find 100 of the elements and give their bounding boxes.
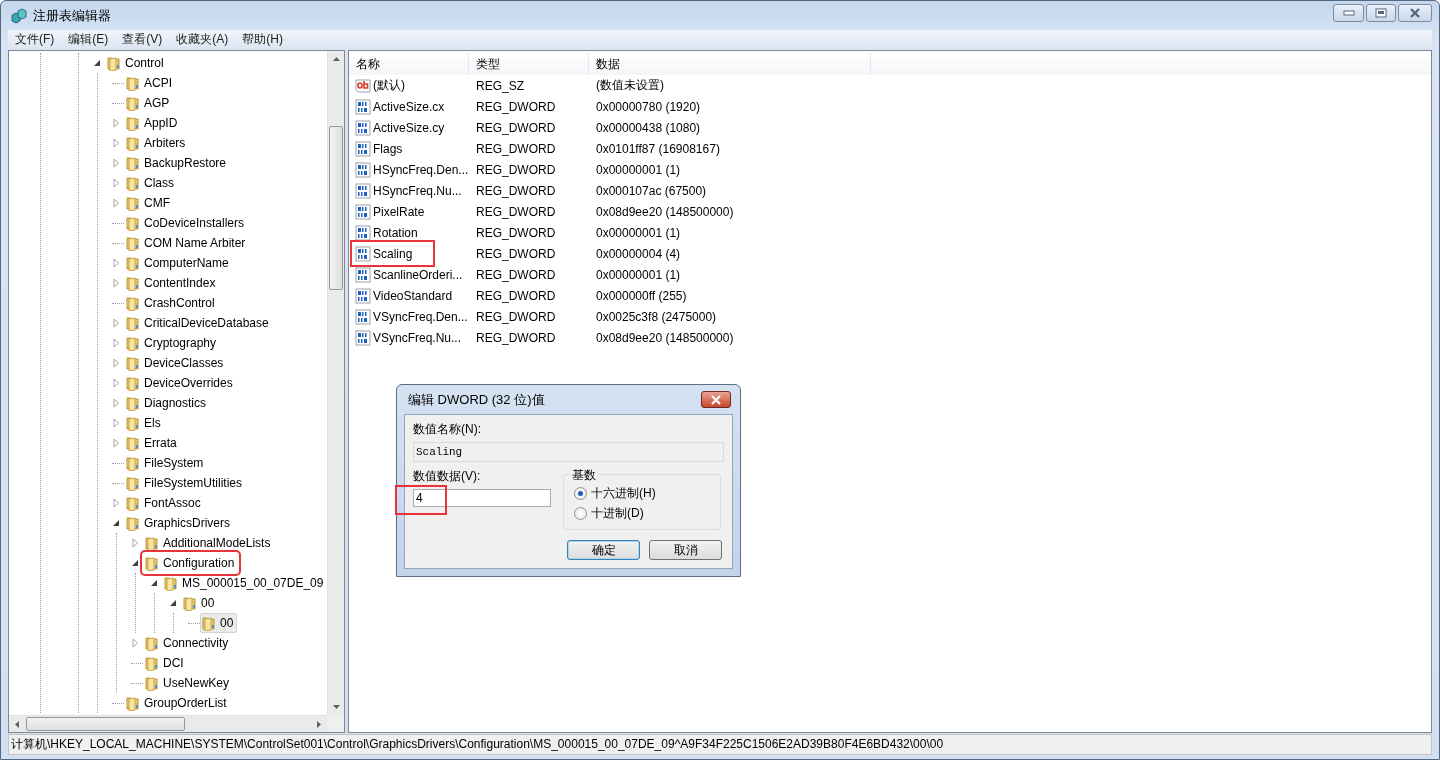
radio-button[interactable]: [574, 506, 587, 520]
horizontal-scrollbar[interactable]: [9, 715, 327, 732]
value-type: REG_DWORD: [476, 225, 556, 240]
value-name[interactable]: Flags: [355, 140, 403, 157]
folder-icon: [144, 635, 160, 651]
tree-item[interactable]: 00: [181, 593, 219, 613]
value-type: REG_DWORD: [476, 267, 556, 282]
dialog-button[interactable]: 确定: [567, 540, 640, 560]
tree-item[interactable]: Els: [124, 413, 165, 433]
scrollbar-thumb[interactable]: [26, 717, 185, 731]
folder-icon: [125, 255, 141, 271]
menu-item[interactable]: 文件(F): [8, 31, 62, 48]
folder-icon: [201, 615, 217, 631]
tree-item[interactable]: ComputerName: [124, 253, 233, 273]
tree-item[interactable]: Configuration: [143, 553, 239, 573]
folder-icon: [125, 515, 141, 531]
field-label: 数值名称(N):: [413, 421, 481, 438]
tree-item[interactable]: Arbiters: [124, 133, 190, 153]
radio-button[interactable]: [574, 486, 587, 500]
menu-item[interactable]: 查看(V): [115, 31, 170, 48]
tree-item[interactable]: GroupOrderList: [124, 693, 231, 713]
menu-item[interactable]: 收藏夹(A): [169, 31, 236, 48]
value-name[interactable]: Rotation: [355, 224, 418, 241]
tree-item[interactable]: FileSystem: [124, 453, 208, 473]
value-name-field[interactable]: Scaling: [413, 442, 724, 462]
tree-item[interactable]: AGP: [124, 93, 174, 113]
folder-icon: [125, 355, 141, 371]
tree-item[interactable]: Control: [105, 53, 168, 73]
value-data: 0x00000004 (4): [596, 246, 681, 261]
column-header[interactable]: 类型: [469, 53, 589, 75]
tree-item[interactable]: 00: [200, 613, 238, 633]
value-name[interactable]: VSyncFreq.Den...: [355, 308, 468, 325]
value-type: REG_DWORD: [476, 183, 556, 198]
close-button[interactable]: [1398, 3, 1432, 22]
tree-item[interactable]: CoDeviceInstallers: [124, 213, 249, 233]
value-name[interactable]: PixelRate: [355, 203, 425, 220]
tree-item[interactable]: CMF: [124, 193, 174, 213]
folder-icon: [125, 155, 141, 171]
tree-item[interactable]: ACPI: [124, 73, 176, 93]
value-data: 0x00000438 (1080): [596, 120, 701, 135]
dialog-button[interactable]: 取消: [649, 540, 722, 560]
status-bar: 计算机\HKEY_LOCAL_MACHINE\SYSTEM\ControlSet001\Control\GraphicsDrivers\Configuration\MS_000015_00_07DE_09^A9F34F225C1506E2AD39B80F4E6BD432\00\00: [8, 734, 1432, 755]
menu-item[interactable]: 编辑(E): [61, 31, 116, 48]
folder-icon: [125, 455, 141, 471]
tree-item[interactable]: DeviceClasses: [124, 353, 228, 373]
tree-item[interactable]: MS_000015_00_07DE_09: [162, 573, 327, 593]
value-type: REG_DWORD: [476, 288, 556, 303]
value-type: REG_DWORD: [476, 246, 556, 261]
folder-icon: [182, 595, 198, 611]
folder-icon: [163, 575, 179, 591]
tree-item[interactable]: DCI: [143, 653, 188, 673]
folder-icon: [125, 235, 141, 251]
close-icon: [710, 394, 722, 405]
folder-icon: [125, 275, 141, 291]
tree-item[interactable]: Class: [124, 173, 178, 193]
tree-item[interactable]: GraphicsDrivers: [124, 513, 234, 533]
column-header[interactable]: 数据: [589, 53, 871, 75]
folder-icon: [144, 535, 160, 551]
value-type: REG_DWORD: [476, 204, 556, 219]
value-name[interactable]: VSyncFreq.Nu...: [355, 329, 462, 346]
minimize-button[interactable]: [1333, 3, 1364, 22]
tree-item[interactable]: CriticalDeviceDatabase: [124, 313, 273, 333]
folder-icon: [125, 175, 141, 191]
tree-item[interactable]: FileSystemUtilities: [124, 473, 246, 493]
folder-icon: [106, 55, 122, 71]
menu-item[interactable]: 帮助(H): [235, 31, 290, 48]
value-name[interactable]: ActiveSize.cx: [355, 98, 445, 115]
radio-label[interactable]: 十进制(D): [591, 504, 644, 522]
value-name[interactable]: HSyncFreq.Den...: [355, 161, 469, 178]
tree-item[interactable]: AdditionalModeLists: [143, 533, 275, 553]
tree-item[interactable]: UseNewKey: [143, 673, 234, 693]
value-type: REG_DWORD: [476, 309, 556, 324]
column-header[interactable]: 名称: [349, 53, 469, 75]
tree-item[interactable]: BackupRestore: [124, 153, 231, 173]
tree-item[interactable]: Diagnostics: [124, 393, 211, 413]
vertical-scrollbar[interactable]: [327, 51, 344, 715]
tree-item[interactable]: Errata: [124, 433, 181, 453]
tree-item[interactable]: FontAssoc: [124, 493, 205, 513]
value-data-field[interactable]: 4: [413, 489, 551, 507]
tree-item[interactable]: ContentIndex: [124, 273, 220, 293]
value-name[interactable]: VideoStandard: [355, 287, 453, 304]
close-button[interactable]: [701, 391, 731, 408]
tree-item[interactable]: DeviceOverrides: [124, 373, 237, 393]
folder-icon: [125, 135, 141, 151]
tree-item[interactable]: AppID: [124, 113, 182, 133]
value-name[interactable]: ActiveSize.cy: [355, 119, 445, 136]
value-name[interactable]: HSyncFreq.Nu...: [355, 182, 462, 199]
tree-item[interactable]: COM Name Arbiter: [124, 233, 250, 253]
maximize-icon: [1375, 7, 1387, 18]
minimize-icon: [1342, 9, 1355, 16]
tree-item[interactable]: Connectivity: [143, 633, 233, 653]
maximize-button[interactable]: [1366, 3, 1396, 22]
value-type: REG_SZ: [476, 78, 524, 93]
value-name[interactable]: (默认): [355, 77, 405, 94]
value-name[interactable]: Scaling: [355, 245, 431, 262]
tree-item[interactable]: CrashControl: [124, 293, 219, 313]
scrollbar-thumb[interactable]: [329, 126, 343, 290]
tree-item[interactable]: Cryptography: [124, 333, 221, 353]
radio-label[interactable]: 十六进制(H): [591, 484, 656, 502]
value-name[interactable]: ScanlineOrderi...: [355, 266, 463, 283]
